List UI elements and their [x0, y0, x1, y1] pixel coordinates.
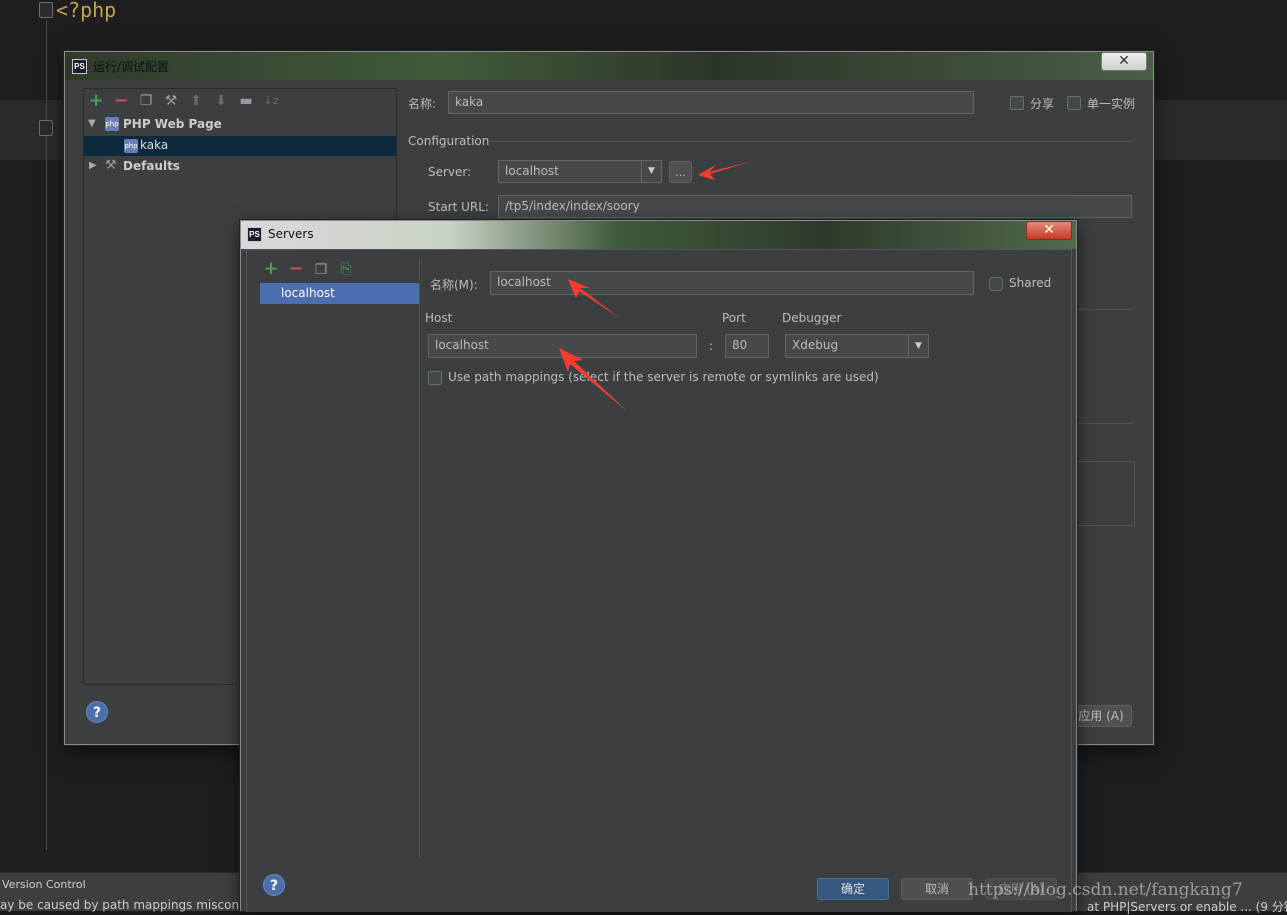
- phpstorm-logo-icon: PS: [247, 227, 262, 242]
- php-open-tag: <?php: [56, 0, 117, 22]
- server-list-item[interactable]: localhost: [260, 283, 419, 304]
- copy-icon[interactable]: ❐: [138, 93, 154, 109]
- start-url-field[interactable]: /tp5/index/index/soory: [498, 195, 1132, 218]
- add-icon[interactable]: +: [263, 260, 279, 278]
- tree-toolbar: + − ❐ ⚒ ⬆ ⬇ ▬ ↓z: [84, 89, 398, 115]
- debugger-select-value: Xdebug: [792, 338, 839, 352]
- host-label: Host: [425, 311, 453, 325]
- help-button[interactable]: ?: [263, 874, 285, 896]
- path-mappings-label: Use path mappings (select if the server …: [448, 370, 879, 384]
- tree-item-kaka[interactable]: php kaka: [84, 136, 396, 156]
- port-label: Port: [722, 311, 746, 325]
- section-separator: [1075, 423, 1134, 424]
- collapse-arrow-icon[interactable]: ▶: [89, 160, 97, 171]
- expand-arrow-icon[interactable]: ▼: [88, 118, 96, 129]
- chevron-down-icon[interactable]: ▼: [641, 161, 661, 182]
- tree-group-defaults[interactable]: ▶ ⚒ Defaults: [84, 157, 396, 177]
- servers-titlebar[interactable]: PS Servers ✕: [241, 221, 1076, 249]
- close-button[interactable]: ✕: [1101, 52, 1147, 71]
- server-select[interactable]: localhost ▼: [498, 160, 662, 183]
- empty-list-panel: [1075, 461, 1135, 526]
- fold-icon[interactable]: [39, 2, 53, 18]
- start-url-label: Start URL:: [428, 200, 489, 214]
- folder-icon[interactable]: ▬: [238, 93, 254, 109]
- php-file-icon: php: [124, 139, 138, 153]
- path-mappings-checkbox[interactable]: [428, 371, 442, 385]
- copy-icon[interactable]: ❐: [313, 262, 329, 278]
- red-arrow-annotation: [698, 161, 753, 180]
- servers-toolbar: + − ❐ ⎘: [247, 250, 417, 282]
- watermark: https://blog.csdn.net/fangkang7: [968, 880, 1243, 900]
- port-field[interactable]: 80: [725, 334, 769, 358]
- server-select-value: localhost: [505, 164, 559, 178]
- wrench-icon[interactable]: ⚒: [163, 93, 179, 109]
- tree-group-php-web-page[interactable]: ▼ php PHP Web Page: [84, 115, 396, 135]
- servers-body: + − ❐ ⎘ localhost 名称(M): localhost Share…: [246, 249, 1072, 912]
- php-web-page-icon: php: [105, 117, 119, 131]
- section-separator: [1075, 309, 1134, 310]
- apply-button[interactable]: 应用 (A): [1070, 705, 1132, 727]
- tree-item-label: kaka: [140, 138, 169, 152]
- configuration-header: Configuration: [408, 134, 490, 148]
- remove-icon[interactable]: −: [113, 92, 129, 110]
- fold-gutter-line: [46, 20, 47, 850]
- status-message-right: at PHP|Servers or enable ... (9 分钟: [1087, 900, 1287, 914]
- server-name-label: 名称(M):: [430, 278, 478, 292]
- shared-checkbox[interactable]: [989, 277, 1003, 291]
- debugger-label: Debugger: [782, 311, 842, 325]
- name-label: 名称:: [408, 97, 437, 111]
- run-config-titlebar[interactable]: PS 运行/调试配置 ✕: [65, 52, 1153, 80]
- configuration-separator: [488, 141, 1134, 142]
- debugger-select[interactable]: Xdebug ▼: [785, 334, 929, 358]
- close-button[interactable]: ✕: [1026, 221, 1072, 240]
- fold-icon[interactable]: [39, 120, 53, 136]
- single-instance-checkbox[interactable]: [1067, 96, 1081, 110]
- server-list-item-label: localhost: [281, 286, 335, 300]
- shared-label: Shared: [1009, 276, 1052, 290]
- ok-button[interactable]: 确定: [817, 878, 889, 900]
- cancel-button[interactable]: 取消: [901, 878, 973, 900]
- server-name-field[interactable]: localhost: [490, 271, 974, 295]
- servers-dialog-title: Servers: [268, 227, 314, 241]
- red-arrow-annotation: [568, 279, 621, 319]
- share-checkbox[interactable]: [1010, 96, 1024, 110]
- defaults-wrench-icon: ⚒: [105, 158, 117, 173]
- status-message: ay be caused by path mappings misconfi: [0, 898, 247, 912]
- add-icon[interactable]: +: [88, 92, 104, 110]
- browse-servers-button[interactable]: ...: [669, 161, 692, 183]
- servers-dialog: PS Servers ✕ + − ❐ ⎘ localhost 名称(M): lo…: [240, 220, 1077, 912]
- arrow-up-icon[interactable]: ⬆: [188, 93, 204, 109]
- server-label: Server:: [428, 165, 472, 179]
- list-divider: [419, 258, 420, 858]
- arrow-down-icon[interactable]: ⬇: [213, 93, 229, 109]
- remove-icon[interactable]: −: [288, 260, 304, 278]
- port-colon: :: [709, 339, 714, 353]
- name-field[interactable]: kaka: [448, 91, 974, 114]
- version-control-tab[interactable]: Version Control: [2, 878, 86, 891]
- phpstorm-logo-icon: PS: [72, 59, 87, 74]
- dialog-title: 运行/调试配置: [93, 60, 170, 74]
- sort-icon[interactable]: ↓z: [263, 93, 279, 109]
- help-button[interactable]: ?: [86, 701, 108, 723]
- defaults-label: Defaults: [123, 159, 180, 173]
- single-instance-label: 单一实例: [1087, 97, 1136, 111]
- chevron-down-icon[interactable]: ▼: [908, 335, 928, 357]
- import-icon[interactable]: ⎘: [338, 261, 354, 277]
- share-label: 分享: [1030, 97, 1055, 111]
- tree-group-label: PHP Web Page: [123, 117, 222, 131]
- red-arrow-annotation: [559, 348, 628, 412]
